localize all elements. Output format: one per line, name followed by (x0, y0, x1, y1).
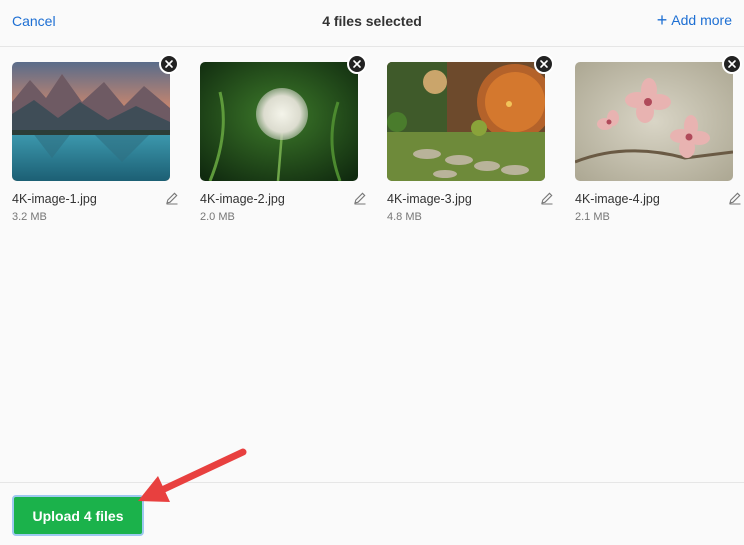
add-more-button[interactable]: + Add more (656, 10, 732, 30)
file-card: 4K-image-1.jpg 3.2 MB (12, 54, 179, 232)
upload-button[interactable]: Upload 4 files (12, 495, 144, 536)
file-card: 4K-image-4.jpg 2.1 MB (575, 54, 742, 232)
close-icon (165, 60, 173, 68)
pencil-icon[interactable] (165, 191, 179, 205)
file-card: 4K-image-3.jpg 4.8 MB (387, 54, 554, 232)
close-icon (728, 60, 736, 68)
remove-file-button[interactable] (722, 54, 742, 74)
file-name: 4K-image-1.jpg (12, 192, 97, 206)
header: Cancel 4 files selected + Add more (0, 0, 744, 47)
file-name: 4K-image-3.jpg (387, 192, 472, 206)
file-size: 3.2 MB (12, 211, 47, 223)
file-size: 4.8 MB (387, 211, 422, 223)
file-card: 4K-image-2.jpg 2.0 MB (200, 54, 367, 232)
selection-title: 4 files selected (322, 13, 422, 29)
file-name: 4K-image-2.jpg (200, 192, 285, 206)
pencil-icon[interactable] (728, 191, 742, 205)
file-grid: 4K-image-1.jpg 3.2 MB 4K-image-2.jpg 2.0… (0, 46, 744, 482)
pencil-icon[interactable] (540, 191, 554, 205)
remove-file-button[interactable] (159, 54, 179, 74)
add-more-label: Add more (671, 12, 732, 28)
plus-icon: + (656, 10, 668, 30)
pencil-icon[interactable] (353, 191, 367, 205)
file-name: 4K-image-4.jpg (575, 192, 660, 206)
round-door-house-icon[interactable] (387, 62, 545, 181)
file-size: 2.0 MB (200, 211, 235, 223)
dandelion-icon[interactable] (200, 62, 358, 181)
file-size: 2.1 MB (575, 211, 610, 223)
footer: Upload 4 files (0, 482, 744, 545)
blossom-flowers-icon[interactable] (575, 62, 733, 181)
mountain-lake-icon[interactable] (12, 62, 170, 181)
close-icon (540, 60, 548, 68)
cancel-button[interactable]: Cancel (12, 13, 56, 29)
remove-file-button[interactable] (534, 54, 554, 74)
close-icon (353, 60, 361, 68)
remove-file-button[interactable] (347, 54, 367, 74)
